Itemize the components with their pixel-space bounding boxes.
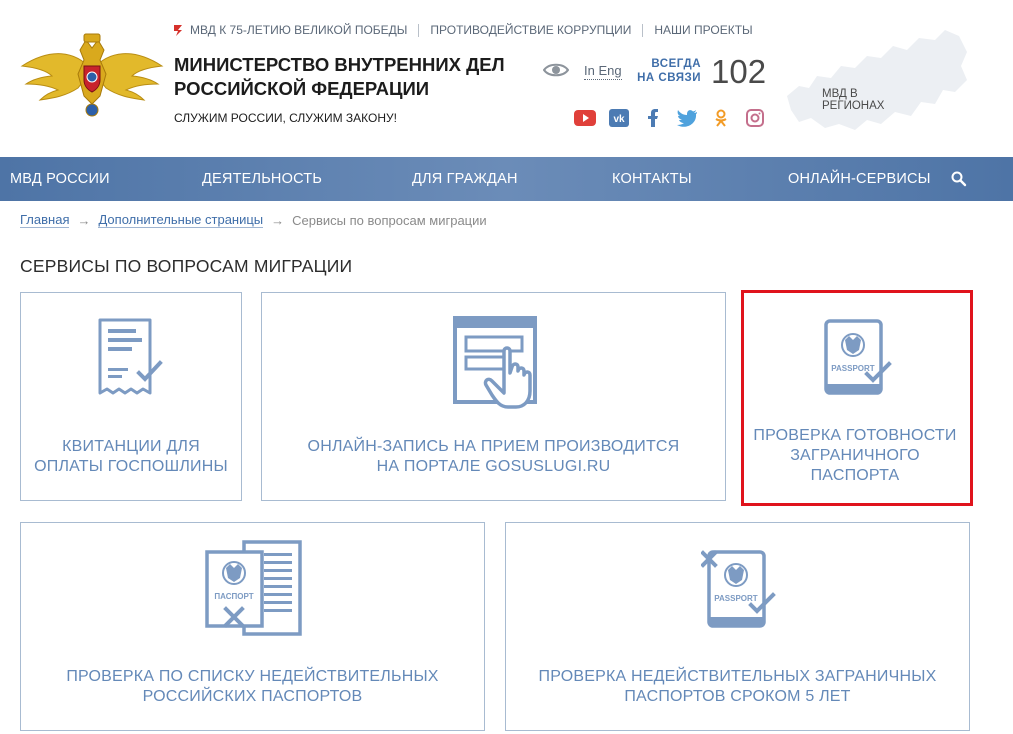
card-label-line: ПРОВЕРКА ГОТОВНОСТИ bbox=[753, 427, 957, 444]
victory-75-link[interactable]: МВД К 75-ЛЕТИЮ ВЕЛИКОЙ ПОБЕДЫ bbox=[172, 23, 407, 37]
receipt-icon bbox=[98, 318, 163, 395]
card-online-booking[interactable]: ОНЛАЙН-ЗАПИСЬ НА ПРИЕМ ПРОИЗВОДИТСЯ НА П… bbox=[261, 292, 726, 501]
page-title: СЕРВИСЫ ПО ВОПРОСАМ МИГРАЦИИ bbox=[20, 256, 353, 276]
ministry-title-line1: МИНИСТЕРСТВО ВНУТРЕННИХ ДЕЛ bbox=[174, 54, 505, 75]
foreign-passport-check-icon: PASSPORT bbox=[701, 550, 776, 628]
always-line1: ВСЕГДА bbox=[651, 58, 701, 70]
hotline-number[interactable]: 102 bbox=[711, 52, 766, 92]
card-label-line: ПРОВЕРКА ПО СПИСКУ НЕДЕЙСТВИТЕЛЬНЫХ bbox=[66, 668, 439, 685]
region-label[interactable]: МВД В РЕГИОНАХ bbox=[822, 88, 922, 112]
ministry-title-line2: РОССИЙСКОЙ ФЕДЕРАЦИИ bbox=[174, 78, 430, 99]
card-label-line: КВИТАНЦИИ ДЛЯ bbox=[62, 438, 200, 455]
anti-corruption-link[interactable]: ПРОТИВОДЕЙСТВИЕ КОРРУПЦИИ bbox=[430, 23, 631, 37]
breadcrumb-arrow: → bbox=[271, 212, 285, 228]
nav-item-online-services[interactable]: ОНЛАЙН-СЕРВИСЫ bbox=[788, 157, 931, 201]
vk-icon[interactable]: vk bbox=[607, 108, 631, 128]
card-online-booking-label: ОНЛАЙН-ЗАПИСЬ НА ПРИЕМ ПРОИЗВОДИТСЯ НА П… bbox=[262, 437, 725, 477]
always-line2: НА СВЯЗИ bbox=[637, 72, 701, 84]
nav-item-contacts[interactable]: КОНТАКТЫ bbox=[612, 157, 692, 201]
social-links: vk bbox=[573, 108, 777, 128]
passport-icon-text: PASSPORT bbox=[831, 364, 875, 373]
breadcrumb: Главная → Дополнительные страницы → Серв… bbox=[20, 212, 487, 228]
invalid-passport-icon: ПАСПОРТ bbox=[205, 540, 302, 636]
online-booking-click-icon bbox=[453, 316, 537, 409]
top-links-bar: МВД К 75-ЛЕТИЮ ВЕЛИКОЙ ПОБЕДЫ ПРОТИВОДЕЙ… bbox=[172, 22, 753, 38]
twitter-icon[interactable] bbox=[675, 108, 699, 128]
divider bbox=[642, 23, 644, 37]
card-label-line: РОССИЙСКИХ ПАСПОРТОВ bbox=[142, 688, 363, 705]
breadcrumb-arrow: → bbox=[77, 212, 91, 228]
always-connected-label: ВСЕГДА НА СВЯЗИ bbox=[637, 57, 701, 85]
passport-icon-text: ПАСПОРТ bbox=[214, 592, 253, 601]
our-projects-link[interactable]: НАШИ ПРОЕКТЫ bbox=[654, 23, 752, 37]
motto: СЛУЖИМ РОССИИ, СЛУЖИМ ЗАКОНУ! bbox=[174, 111, 397, 125]
nav-item-for-citizens[interactable]: ДЛЯ ГРАЖДАН bbox=[412, 157, 518, 201]
search-icon[interactable] bbox=[950, 170, 968, 188]
breadcrumb-extra-pages[interactable]: Дополнительные страницы bbox=[98, 212, 264, 228]
youtube-icon[interactable] bbox=[573, 108, 597, 128]
nav-item-mvd-russia[interactable]: МВД РОССИИ bbox=[10, 157, 110, 201]
card-passport-readiness-label: ПРОВЕРКА ГОТОВНОСТИ ЗАГРАНИЧНОГО ПАСПОРТ… bbox=[745, 426, 965, 486]
victory-75-icon bbox=[174, 25, 182, 36]
breadcrumb-current: Сервисы по вопросам миграции bbox=[292, 212, 487, 228]
victory-75-label[interactable]: МВД К 75-ЛЕТИЮ ВЕЛИКОЙ ПОБЕДЫ bbox=[190, 23, 407, 37]
card-invalid-russian-passports-label: ПРОВЕРКА ПО СПИСКУ НЕДЕЙСТВИТЕЛЬНЫХ РОСС… bbox=[21, 667, 484, 707]
instagram-icon[interactable] bbox=[743, 108, 767, 128]
mvd-emblem-logo[interactable] bbox=[20, 30, 164, 118]
divider bbox=[418, 23, 420, 37]
card-invalid-foreign-passports[interactable]: PASSPORT ПРОВЕРКА НЕДЕЙСТВИТЕЛЬНЫХ ЗАГРА… bbox=[505, 522, 970, 731]
facebook-icon[interactable] bbox=[641, 108, 665, 128]
card-fee-receipts-label: КВИТАНЦИИ ДЛЯ ОПЛАТЫ ГОСПОШЛИНЫ bbox=[21, 437, 241, 477]
card-passport-readiness[interactable]: PASSPORT ПРОВЕРКА ГОТОВНОСТИ ЗАГРАНИЧНОГ… bbox=[744, 293, 966, 500]
nav-item-activity[interactable]: ДЕЯТЕЛЬНОСТЬ bbox=[202, 157, 322, 201]
svg-text:vk: vk bbox=[613, 114, 625, 125]
card-invalid-foreign-passports-label: ПРОВЕРКА НЕДЕЙСТВИТЕЛЬНЫХ ЗАГРАНИЧНЫХ ПА… bbox=[506, 667, 969, 707]
card-label-line: НА ПОРТАЛЕ GOSUSLUGI.RU bbox=[376, 458, 611, 475]
russia-map-regions-link[interactable] bbox=[785, 26, 970, 132]
passport-check-icon: PASSPORT bbox=[824, 319, 892, 395]
card-label-line: ЗАГРАНИЧНОГО bbox=[790, 447, 920, 464]
card-invalid-russian-passports[interactable]: ПАСПОРТ ПРОВЕРКА ПО СПИСКУ НЕДЕЙСТВИТЕЛЬ… bbox=[20, 522, 485, 731]
breadcrumb-home[interactable]: Главная bbox=[20, 212, 70, 228]
english-version-link[interactable]: In Eng bbox=[584, 63, 622, 80]
main-nav: МВД РОССИИ ДЕЯТЕЛЬНОСТЬ ДЛЯ ГРАЖДАН КОНТ… bbox=[0, 157, 1013, 201]
card-fee-receipts[interactable]: КВИТАНЦИИ ДЛЯ ОПЛАТЫ ГОСПОШЛИНЫ bbox=[20, 292, 242, 501]
ministry-title[interactable]: МИНИСТЕРСТВО ВНУТРЕННИХ ДЕЛ РОССИЙСКОЙ Ф… bbox=[174, 53, 514, 101]
card-label-line: ПАСПОРТА bbox=[810, 467, 900, 484]
card-label-line: ПРОВЕРКА НЕДЕЙСТВИТЕЛЬНЫХ ЗАГРАНИЧНЫХ bbox=[538, 668, 937, 685]
card-label-line: ПАСПОРТОВ СРОКОМ 5 ЛЕТ bbox=[624, 688, 851, 705]
card-label-line: ОНЛАЙН-ЗАПИСЬ НА ПРИЕМ ПРОИЗВОДИТСЯ bbox=[307, 438, 680, 455]
accessibility-eye-icon[interactable] bbox=[543, 61, 569, 79]
passport-icon-text: PASSPORT bbox=[714, 594, 758, 603]
odnoklassniki-icon[interactable] bbox=[709, 108, 733, 128]
card-label-line: ОПЛАТЫ ГОСПОШЛИНЫ bbox=[34, 458, 228, 475]
